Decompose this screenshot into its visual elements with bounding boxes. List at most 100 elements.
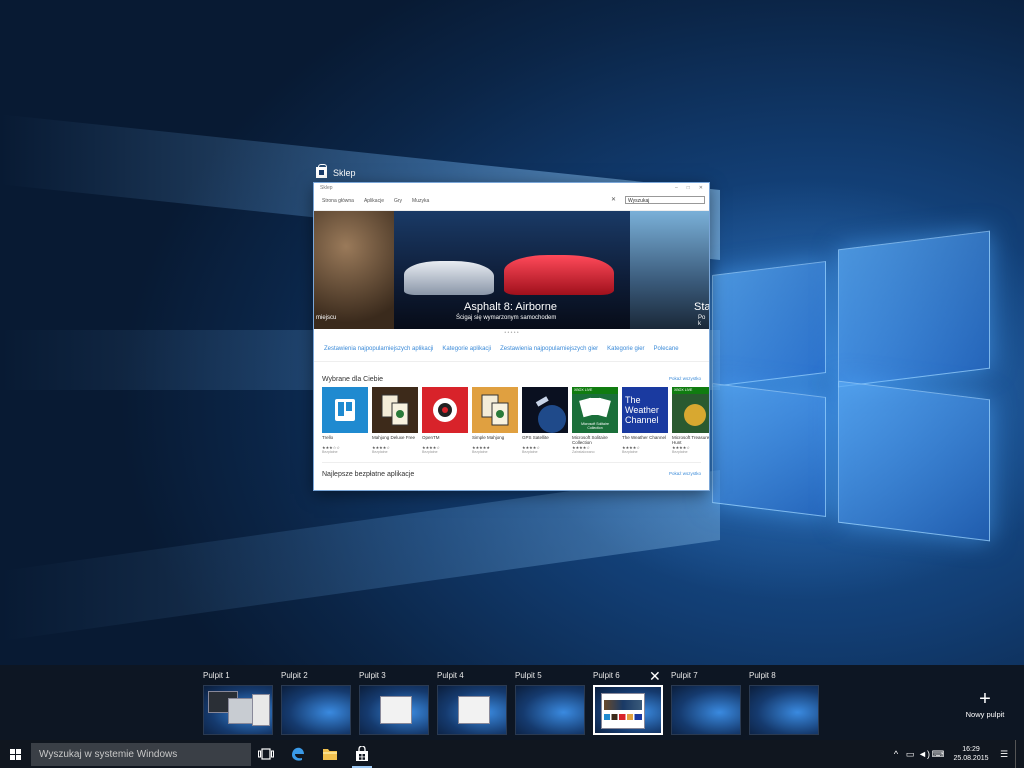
mini-window [252, 694, 270, 726]
taskbar-search-box[interactable]: Wyszukaj w systemie Windows [31, 743, 251, 766]
virtual-desktop-thumbnail [593, 685, 663, 735]
app-tile-price: Bezpłatne [372, 450, 388, 454]
virtual-desktop-label: Pulpit 4 [437, 671, 464, 680]
app-tile[interactable]: The Weather Channel The Weather Channel ★★… [622, 387, 668, 454]
chevron-up-icon[interactable]: ^ [889, 749, 903, 759]
app-tile-price: Bezpłatne [522, 450, 538, 454]
chrome-title: Sklep [320, 184, 333, 191]
close-icon[interactable]: ✕ [699, 185, 703, 191]
input-language-icon[interactable]: ⌨ [931, 749, 945, 760]
window-caption[interactable]: Sklep [316, 164, 356, 178]
nav-item-games[interactable]: Gry [394, 198, 402, 204]
link-featured[interactable]: Polecane [654, 346, 679, 352]
camera-icon [433, 398, 457, 422]
link-app-categories[interactable]: Kategorie aplikacji [442, 346, 491, 352]
file-explorer-icon[interactable] [316, 740, 344, 768]
virtual-desktop-label: Pulpit 6 [593, 671, 620, 680]
virtual-desktop-label: Pulpit 5 [515, 671, 542, 680]
windows-logo-pane [838, 230, 990, 388]
app-tile-name: Mahjong Deluxe Free [372, 435, 416, 440]
link-top-games[interactable]: Zestawienia najpopularniejszych gier [500, 346, 598, 352]
new-desktop-label: Nowy pulpit [965, 710, 1005, 719]
virtual-desktop-8[interactable]: Pulpit 8 [749, 671, 819, 735]
virtual-desktop-4[interactable]: Pulpit 4 [437, 671, 507, 735]
volume-icon[interactable]: ◄) [917, 749, 931, 759]
virtual-desktop-5[interactable]: Pulpit 5 [515, 671, 585, 735]
store-icon [316, 164, 327, 178]
section-title: Najlepsze bezpłatne aplikacje [322, 471, 415, 478]
mahjong-icon [381, 394, 409, 426]
link-top-apps[interactable]: Zestawienia najpopularniejszych aplikacj… [324, 346, 433, 352]
light-beam [0, 470, 720, 642]
virtual-desktop-2[interactable]: Pulpit 2 [281, 671, 351, 735]
app-tiles: Trello ★★★☆☆ Bezpłatne Mahjong Deluxe Free ★… [314, 383, 709, 454]
app-tile-image: XBOX LIVE Microsoft Solitaire Collection [572, 387, 618, 433]
virtual-desktops-bar: ✕ + Nowy pulpit Pulpit 1 Pulpit 2 Pulpit 3… [0, 665, 1024, 740]
app-tile-image [472, 387, 518, 433]
virtual-desktop-thumbnail [203, 685, 273, 735]
store-window-preview[interactable]: Sklep – □ ✕ Strona główna Aplikacje Gry Mu… [314, 183, 709, 490]
app-tile-price: Bezpłatne [322, 450, 338, 454]
hero-banner[interactable]: miejscu Asphalt 8: Airborne Ścigaj się w… [314, 211, 709, 329]
hero-left-image [314, 211, 394, 329]
store-icon[interactable] [348, 740, 376, 768]
app-tile-price: Bezpłatne [422, 450, 438, 454]
app-tile[interactable]: XBOX LIVE Microsoft Solitaire Collection M… [572, 387, 618, 454]
app-tile[interactable]: XBOX LIVE Microsoft Treasure Hunt ★★★★☆ Bez… [672, 387, 709, 454]
start-button[interactable] [0, 740, 30, 768]
hero-right-title: Sta [694, 301, 709, 313]
app-tile-image [522, 387, 568, 433]
minimize-icon[interactable]: – [675, 185, 678, 191]
app-tile-price: Bezpłatne [472, 450, 488, 454]
taskbar: Wyszukaj w systemie Windows ^ ▭ ◄) ⌨ 16:… [0, 740, 1024, 768]
mini-window [601, 693, 645, 729]
app-tile-name: Microsoft Treasure Hunt [672, 435, 709, 445]
app-tile-name: The Weather Channel [622, 435, 666, 440]
virtual-desktop-3[interactable]: Pulpit 3 [359, 671, 429, 735]
app-tile[interactable]: OpenTM ★★★★☆ Bezpłatne [422, 387, 468, 454]
virtual-desktop-label: Pulpit 1 [203, 671, 230, 680]
app-tile[interactable]: Simple Mahjong ★★★★★ Bezpłatne [472, 387, 518, 454]
new-desktop-button[interactable]: + Nowy pulpit [960, 689, 1010, 719]
clear-icon[interactable]: ✕ [611, 196, 616, 203]
mini-window [380, 696, 412, 724]
app-tile[interactable]: Trello ★★★☆☆ Bezpłatne [322, 387, 368, 454]
edge-icon[interactable] [284, 740, 312, 768]
store-search-input[interactable]: Wyszukaj [625, 196, 705, 204]
section-title: Wybrane dla Ciebie [322, 376, 384, 383]
network-icon[interactable]: ▭ [903, 749, 917, 760]
show-all-link[interactable]: Pokaż wszystko [669, 376, 701, 383]
windows-logo-pane [712, 261, 826, 387]
virtual-desktop-6[interactable]: Pulpit 6 [593, 671, 663, 735]
action-center-icon[interactable]: ☰ [997, 749, 1011, 760]
virtual-desktop-7[interactable]: Pulpit 7 [671, 671, 741, 735]
task-view-icon[interactable] [252, 740, 280, 768]
nav-item-home[interactable]: Strona główna [322, 198, 354, 204]
app-tile-name: Microsoft Solitaire Collection [572, 435, 608, 445]
maximize-icon[interactable]: □ [687, 185, 690, 191]
solitaire-tile-text: Microsoft Solitaire Collection [581, 422, 609, 430]
app-tile-image: XBOX LIVE [672, 387, 709, 433]
link-game-categories[interactable]: Kategorie gier [607, 346, 644, 352]
mini-window [458, 696, 490, 724]
virtual-desktop-thumbnail [749, 685, 819, 735]
weather-tile-text: The Weather Channel [625, 395, 659, 425]
show-all-link[interactable]: Pokaż wszystko [669, 471, 701, 478]
show-desktop-button[interactable] [1015, 740, 1024, 768]
category-links: Zestawienia najpopularniejszych aplikacj… [314, 337, 709, 362]
app-tile[interactable]: GPS Satellite ★★★★☆ Bezpłatne [522, 387, 568, 454]
virtual-desktop-label: Pulpit 3 [359, 671, 386, 680]
app-tile[interactable]: Mahjong Deluxe Free ★★★★☆ Bezpłatne [372, 387, 418, 454]
windows-logo-icon [9, 748, 21, 760]
window-caption-title: Sklep [333, 167, 356, 178]
mahjong-icon [481, 394, 509, 426]
virtual-desktop-label: Pulpit 2 [281, 671, 308, 680]
hero-right-subtitle: Po k [698, 315, 706, 327]
clock[interactable]: 16:29 25.08.2015 [945, 745, 997, 763]
nav-item-music[interactable]: Muzyka [412, 198, 429, 204]
car-white [404, 261, 494, 295]
carousel-dots[interactable]: • • • • • [314, 329, 709, 337]
app-tile-price: Zainstalowano [572, 450, 595, 454]
nav-item-apps[interactable]: Aplikacje [364, 198, 384, 204]
virtual-desktop-1[interactable]: Pulpit 1 [203, 671, 273, 735]
